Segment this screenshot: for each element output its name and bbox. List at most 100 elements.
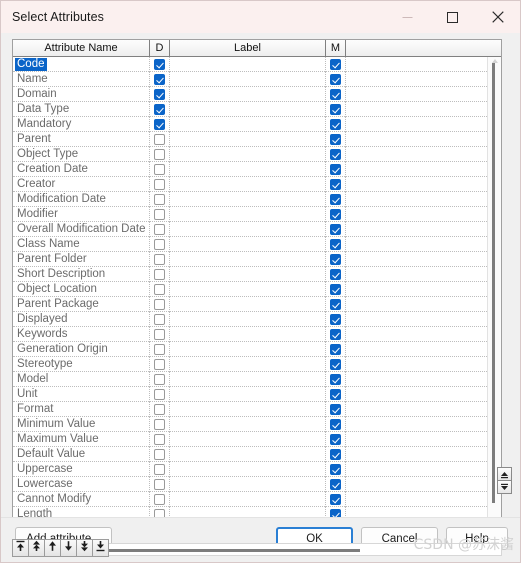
cell-d-checkbox[interactable] xyxy=(150,71,170,87)
checkbox-unchecked-icon[interactable] xyxy=(154,313,165,325)
cell-m-checkbox[interactable] xyxy=(326,206,346,222)
cell-m-checkbox[interactable] xyxy=(326,131,346,147)
cell-d-checkbox[interactable] xyxy=(150,221,170,237)
table-row[interactable]: Stereotype xyxy=(13,356,487,372)
cell-label[interactable] xyxy=(170,57,326,72)
cell-m-checkbox[interactable] xyxy=(326,296,346,312)
checkbox-unchecked-icon[interactable] xyxy=(154,343,165,355)
cell-d-checkbox[interactable] xyxy=(150,401,170,417)
cell-attribute-name[interactable]: Creator xyxy=(13,176,150,192)
cell-label[interactable] xyxy=(170,476,326,492)
move-to-top-button[interactable] xyxy=(12,539,29,557)
cell-d-checkbox[interactable] xyxy=(150,236,170,252)
cell-m-checkbox[interactable] xyxy=(326,161,346,177)
cell-m-checkbox[interactable] xyxy=(326,57,346,72)
grid-vertical-scrollbar[interactable] xyxy=(487,57,501,535)
checkbox-checked-icon[interactable] xyxy=(330,388,341,400)
scroll-down-button[interactable] xyxy=(497,480,512,494)
cell-attribute-name[interactable]: Minimum Value xyxy=(13,416,150,432)
vertical-scroll-thumb[interactable] xyxy=(492,63,495,503)
checkbox-checked-icon[interactable] xyxy=(330,178,341,190)
checkbox-unchecked-icon[interactable] xyxy=(154,373,165,385)
checkbox-checked-icon[interactable] xyxy=(330,118,341,130)
cell-attribute-name[interactable]: Lowercase xyxy=(13,476,150,492)
checkbox-checked-icon[interactable] xyxy=(330,208,341,220)
cell-label[interactable] xyxy=(170,356,326,372)
grid-rows[interactable]: Code Name Domain Data Type Mandatory Parent Ob… xyxy=(13,57,487,535)
table-row[interactable]: Mandatory xyxy=(13,116,487,132)
cell-label[interactable] xyxy=(170,176,326,192)
close-button[interactable] xyxy=(475,1,520,33)
cell-label[interactable] xyxy=(170,491,326,507)
cell-d-checkbox[interactable] xyxy=(150,296,170,312)
table-row[interactable]: Parent Package xyxy=(13,296,487,312)
cell-d-checkbox[interactable] xyxy=(150,281,170,297)
cell-attribute-name[interactable]: Code xyxy=(13,57,150,72)
checkbox-unchecked-icon[interactable] xyxy=(154,478,165,490)
checkbox-unchecked-icon[interactable] xyxy=(154,418,165,430)
cell-label[interactable] xyxy=(170,221,326,237)
checkbox-unchecked-icon[interactable] xyxy=(154,283,165,295)
table-row[interactable]: Creator xyxy=(13,176,487,192)
cell-attribute-name[interactable]: Modification Date xyxy=(13,191,150,207)
cell-attribute-name[interactable]: Generation Origin xyxy=(13,341,150,357)
cell-d-checkbox[interactable] xyxy=(150,371,170,387)
checkbox-checked-icon[interactable] xyxy=(330,403,341,415)
table-row[interactable]: Maximum Value xyxy=(13,431,487,447)
cell-m-checkbox[interactable] xyxy=(326,146,346,162)
cell-m-checkbox[interactable] xyxy=(326,71,346,87)
cell-d-checkbox[interactable] xyxy=(150,341,170,357)
cell-label[interactable] xyxy=(170,341,326,357)
move-up-button[interactable] xyxy=(44,539,61,557)
checkbox-checked-icon[interactable] xyxy=(330,133,341,145)
cell-label[interactable] xyxy=(170,71,326,87)
cell-d-checkbox[interactable] xyxy=(150,57,170,72)
cell-m-checkbox[interactable] xyxy=(326,341,346,357)
table-row[interactable]: Keywords xyxy=(13,326,487,342)
checkbox-unchecked-icon[interactable] xyxy=(154,178,165,190)
checkbox-checked-icon[interactable] xyxy=(330,433,341,445)
table-row[interactable]: Domain xyxy=(13,86,487,102)
table-row[interactable]: Short Description xyxy=(13,266,487,282)
cell-m-checkbox[interactable] xyxy=(326,461,346,477)
cell-attribute-name[interactable]: Maximum Value xyxy=(13,431,150,447)
cell-attribute-name[interactable]: Domain xyxy=(13,86,150,102)
cell-attribute-name[interactable]: Parent xyxy=(13,131,150,147)
checkbox-checked-icon[interactable] xyxy=(330,358,341,370)
table-row[interactable]: Minimum Value xyxy=(13,416,487,432)
table-row[interactable]: Default Value xyxy=(13,446,487,462)
checkbox-checked-icon[interactable] xyxy=(154,73,165,85)
checkbox-checked-icon[interactable] xyxy=(330,88,341,100)
cell-label[interactable] xyxy=(170,401,326,417)
cell-m-checkbox[interactable] xyxy=(326,356,346,372)
cell-label[interactable] xyxy=(170,311,326,327)
cell-attribute-name[interactable]: Overall Modification Date xyxy=(13,221,150,237)
cell-attribute-name[interactable]: Model xyxy=(13,371,150,387)
cell-label[interactable] xyxy=(170,101,326,117)
cell-m-checkbox[interactable] xyxy=(326,446,346,462)
checkbox-checked-icon[interactable] xyxy=(330,58,341,70)
checkbox-checked-icon[interactable] xyxy=(330,148,341,160)
checkbox-unchecked-icon[interactable] xyxy=(154,133,165,145)
table-row[interactable]: Generation Origin xyxy=(13,341,487,357)
table-row[interactable]: Model xyxy=(13,371,487,387)
cell-m-checkbox[interactable] xyxy=(326,86,346,102)
cell-d-checkbox[interactable] xyxy=(150,266,170,282)
table-row[interactable]: Object Type xyxy=(13,146,487,162)
cell-label[interactable] xyxy=(170,161,326,177)
checkbox-checked-icon[interactable] xyxy=(330,328,341,340)
cell-label[interactable] xyxy=(170,461,326,477)
column-header-label[interactable]: Label xyxy=(170,40,326,56)
cell-m-checkbox[interactable] xyxy=(326,221,346,237)
cell-m-checkbox[interactable] xyxy=(326,116,346,132)
table-row[interactable]: Object Location xyxy=(13,281,487,297)
checkbox-unchecked-icon[interactable] xyxy=(154,298,165,310)
cell-label[interactable] xyxy=(170,446,326,462)
cell-d-checkbox[interactable] xyxy=(150,116,170,132)
checkbox-checked-icon[interactable] xyxy=(330,343,341,355)
cell-m-checkbox[interactable] xyxy=(326,191,346,207)
cell-attribute-name[interactable]: Parent Folder xyxy=(13,251,150,267)
table-row[interactable]: Cannot Modify xyxy=(13,491,487,507)
maximize-button[interactable] xyxy=(430,1,475,33)
checkbox-checked-icon[interactable] xyxy=(330,163,341,175)
